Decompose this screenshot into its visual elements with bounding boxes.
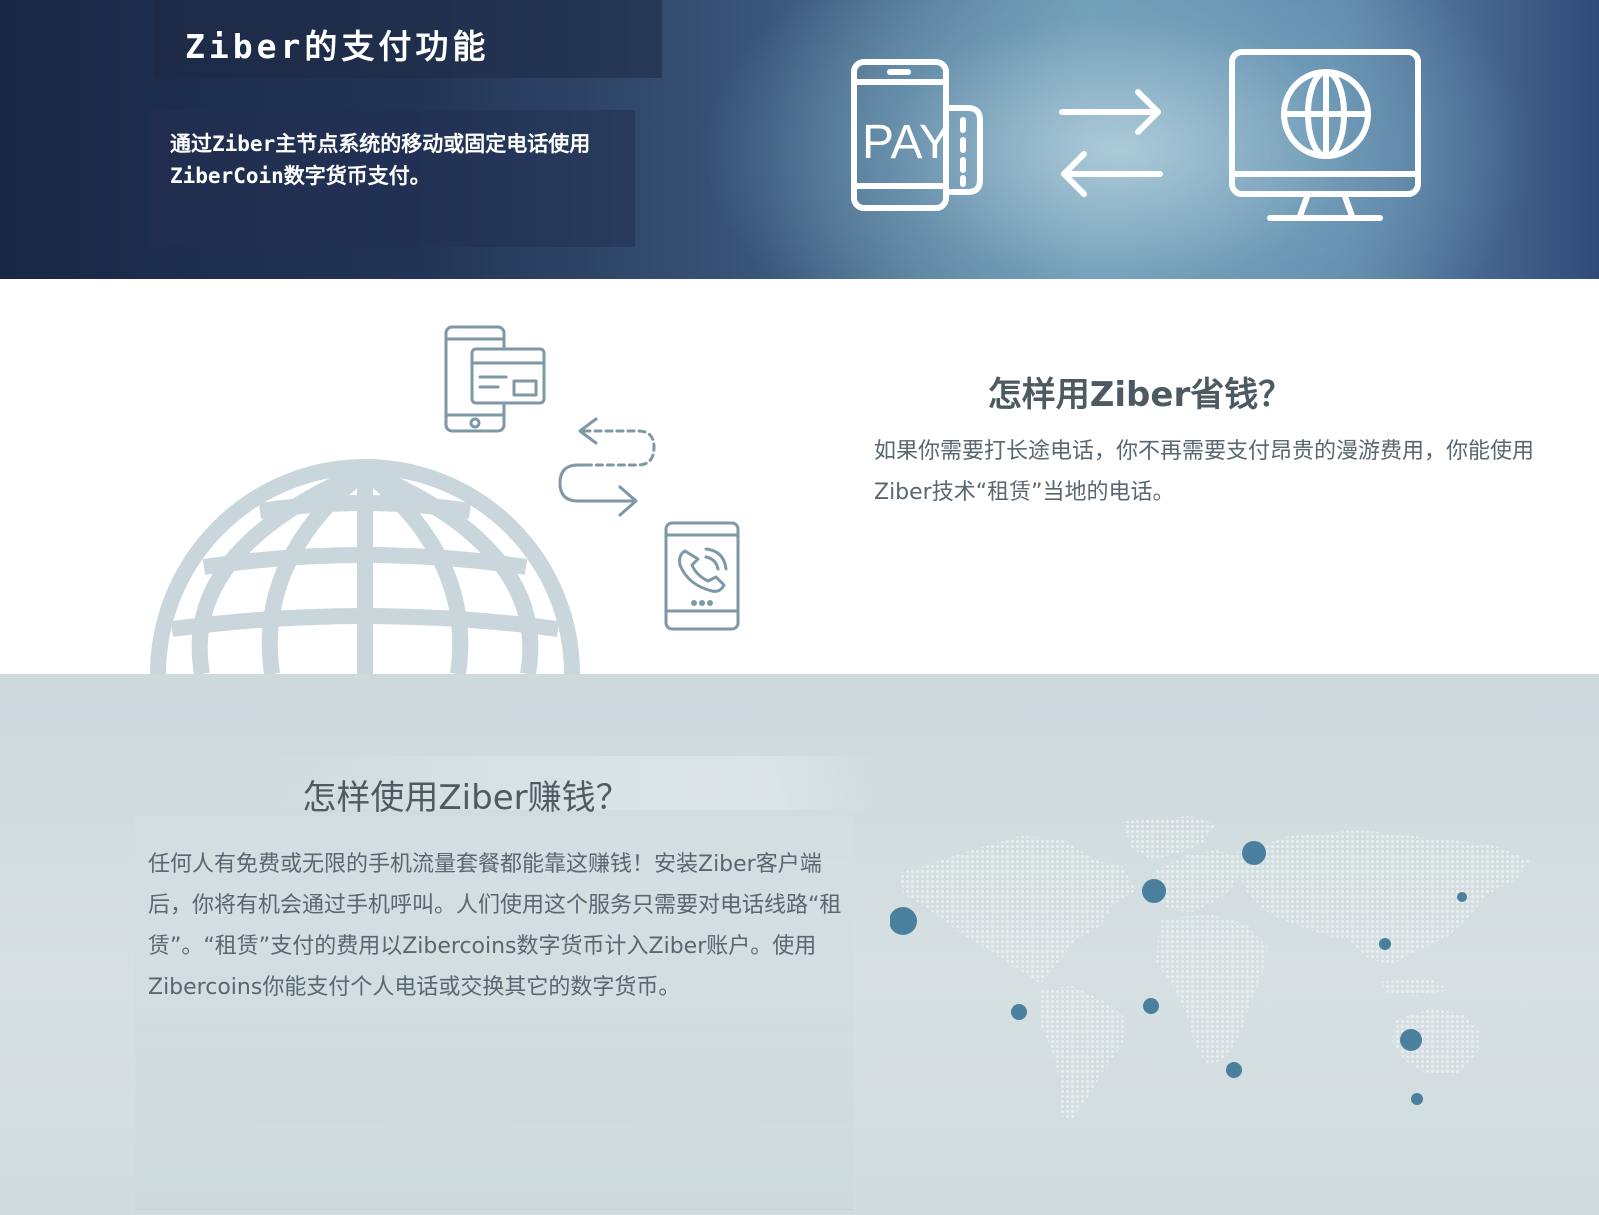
- marker-south-africa: [1226, 1062, 1242, 1078]
- marker-indonesia: [1400, 1029, 1422, 1051]
- marker-usa-west: [890, 907, 917, 935]
- save-money-section: 怎样用Ziber省钱？ 如果你需要打长途电话，你不再需要支付昂贵的漫游费用，你能…: [0, 279, 1599, 674]
- globe-icon: [150, 459, 580, 674]
- earn-money-section: 怎样使用Ziber赚钱？ 任何人有免费或无限的手机流量套餐都能靠这赚钱！安装Zi…: [0, 674, 1599, 1215]
- marker-russia: [1242, 841, 1266, 865]
- pay-label: PAY: [862, 116, 951, 169]
- call-rental-illustration: [150, 325, 740, 674]
- save-money-text: 如果你需要打长途电话，你不再需要支付昂贵的漫游费用，你能使用Ziber技术“租赁…: [874, 439, 1535, 505]
- phone-card-icon: [444, 325, 546, 433]
- dashed-exchange-arrows-icon: [558, 417, 656, 517]
- north-america-land: [898, 836, 1136, 984]
- hero-banner: Ziber的支付功能 通过Ziber主节点系统的移动或固定电话使用ZiberCo…: [0, 0, 1599, 279]
- world-map: [890, 816, 1530, 1122]
- phone-call-icon: [664, 521, 740, 631]
- payment-illustration: PAY: [851, 49, 1421, 221]
- marker-central-america: [1011, 1004, 1027, 1020]
- earn-money-text: 任何人有免费或无限的手机流量套餐都能靠这赚钱！安装Ziber客户端后，你将有机会…: [148, 852, 842, 1000]
- exchange-arrows-icon: [1059, 89, 1163, 197]
- indonesia-land: [1380, 978, 1450, 996]
- marker-west-africa: [1143, 998, 1159, 1014]
- south-america-land: [1040, 986, 1126, 1122]
- hero-description: 通过Ziber主节点系统的移动或固定电话使用ZiberCoin数字货币支付。: [170, 132, 591, 188]
- monitor-globe-icon: [1229, 49, 1421, 221]
- save-money-heading: 怎样用Ziber省钱？: [987, 375, 1293, 415]
- hero-title: Ziber的支付功能: [185, 27, 490, 66]
- continents: [898, 816, 1530, 1122]
- marker-east-russia: [1457, 892, 1467, 902]
- europe-land: [1152, 850, 1242, 912]
- marker-europe: [1142, 879, 1166, 903]
- marker-china: [1379, 938, 1391, 950]
- marker-australia: [1411, 1093, 1423, 1105]
- earn-money-heading: 怎样使用Ziber赚钱？: [302, 778, 630, 818]
- africa-land: [1156, 914, 1268, 1064]
